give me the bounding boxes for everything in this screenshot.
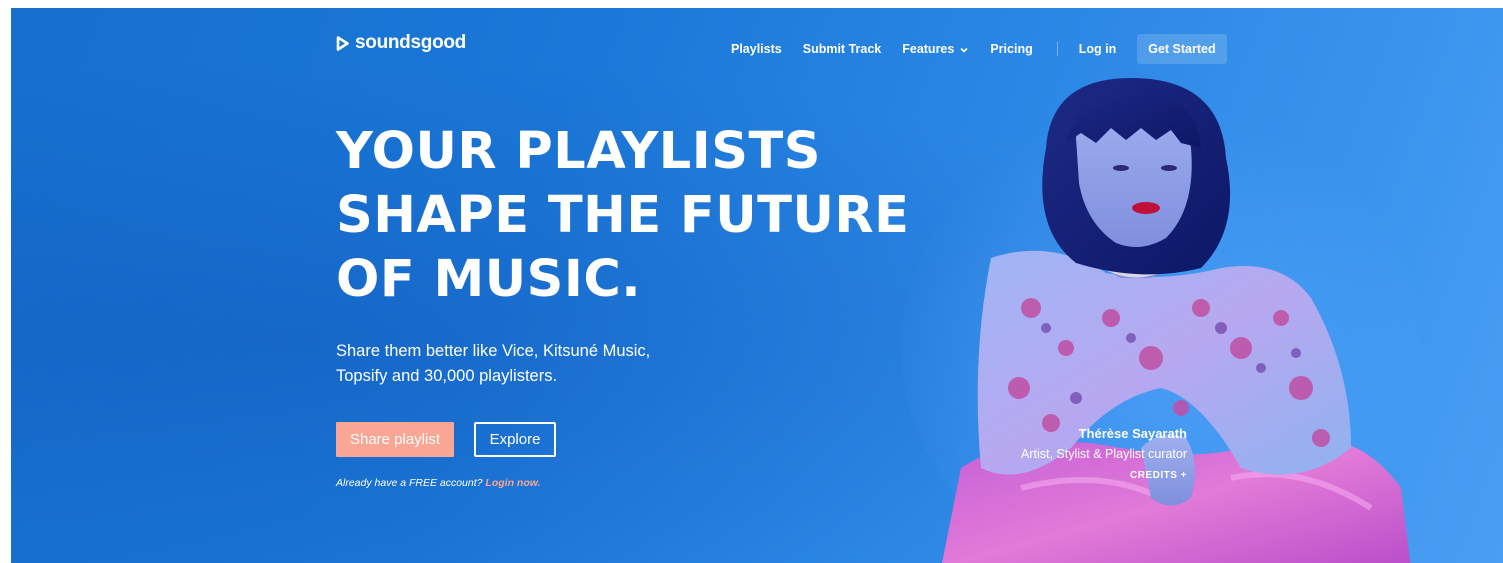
credit-name: Thérèse Sayarath	[1078, 426, 1187, 441]
headline-line-1: YOUR PLAYLISTS	[336, 122, 822, 181]
subline-line-1: Share them better like Vice, Kitsuné Mus…	[336, 342, 651, 360]
share-playlist-button[interactable]: Share playlist	[336, 422, 454, 457]
nav-item-features[interactable]: Features	[902, 42, 969, 56]
nav-item-submit-track[interactable]: Submit Track	[803, 42, 882, 56]
main-nav: Playlists Submit Track Features Pricing …	[731, 34, 1227, 64]
login-link[interactable]: Log in	[1079, 42, 1117, 56]
login-now-link[interactable]: Login now.	[485, 477, 540, 489]
hero-section: soundsgood Playlists Submit Track Featur…	[11, 8, 1503, 563]
subline-line-2: Topsify and 30,000 playlisters.	[336, 367, 558, 385]
nav-divider	[1056, 42, 1058, 56]
nav-item-features-label: Features	[902, 42, 955, 56]
play-triangle-icon	[336, 35, 349, 51]
credit-role: Artist, Stylist & Playlist curator	[1020, 447, 1187, 461]
nav-item-pricing[interactable]: Pricing	[990, 42, 1032, 56]
brand-name: soundsgood	[355, 32, 466, 53]
brand-logo[interactable]: soundsgood	[336, 32, 466, 54]
explore-button[interactable]: Explore	[474, 422, 556, 457]
get-started-button[interactable]: Get Started	[1137, 34, 1227, 64]
account-prompt-text: Already have a FREE account?	[336, 477, 483, 489]
nav-item-playlists[interactable]: Playlists	[731, 42, 782, 56]
headline-line-2: SHAPE THE FUTURE	[336, 186, 910, 245]
chevron-down-icon	[960, 47, 968, 53]
hero-headline: YOUR PLAYLISTS SHAPE THE FUTURE OF MUSIC…	[336, 120, 909, 312]
curator-portrait-image	[901, 78, 1421, 563]
credits-toggle-link[interactable]: CREDITS +	[1130, 470, 1187, 481]
account-prompt: Already have a FREE account? Login now.	[336, 477, 540, 489]
headline-line-3: OF MUSIC.	[336, 250, 642, 309]
hero-subline: Share them better like Vice, Kitsuné Mus…	[336, 339, 650, 389]
